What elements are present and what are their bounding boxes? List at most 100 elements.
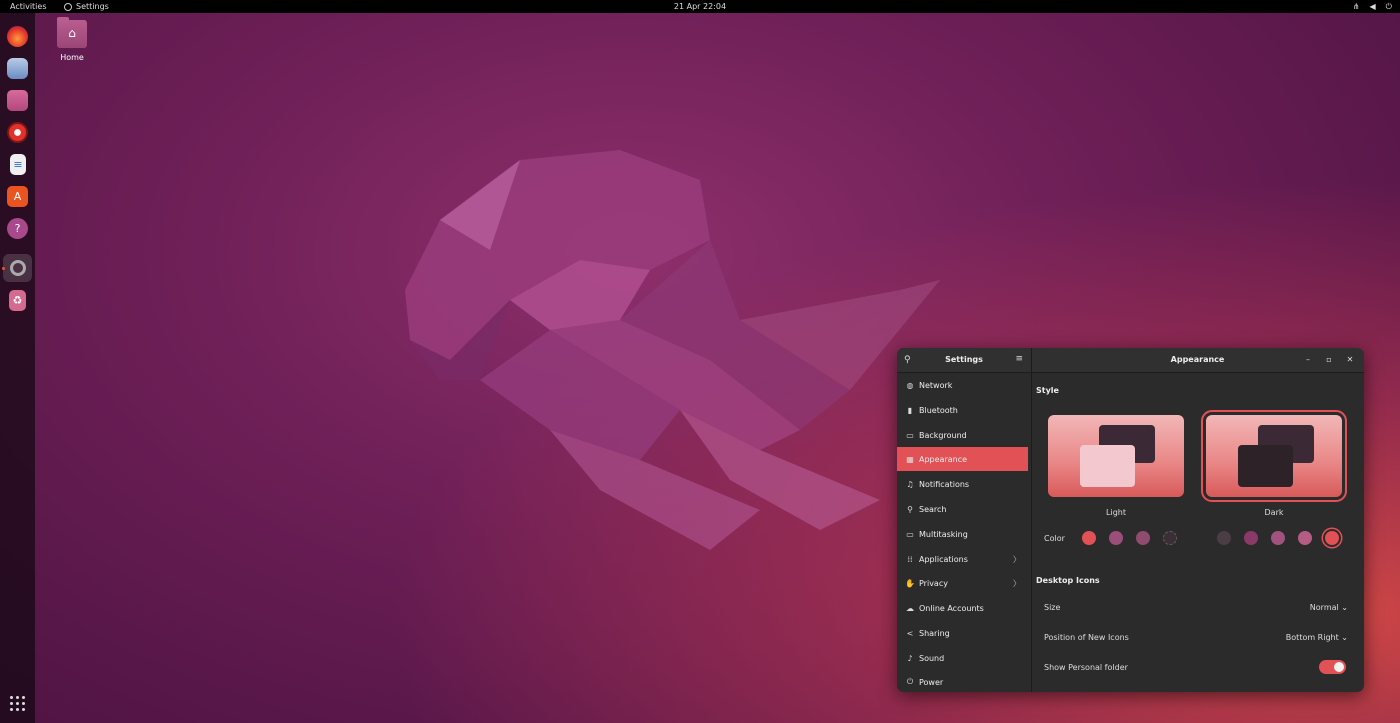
style-heading: Style bbox=[1036, 386, 1059, 395]
position-dropdown[interactable]: Bottom Right ⌄ bbox=[1286, 633, 1348, 642]
sidebar-item-label: Notifications bbox=[919, 479, 970, 489]
sidebar-item-notifications[interactable]: ♫ Notifications bbox=[897, 472, 1031, 496]
sidebar-item-label: Sound bbox=[919, 653, 945, 663]
sidebar-item-label: Online Accounts bbox=[919, 603, 984, 613]
accent-color-swatch[interactable] bbox=[1217, 531, 1231, 545]
writer-icon[interactable]: ≡ bbox=[10, 154, 26, 175]
accent-color-swatch[interactable] bbox=[1082, 531, 1096, 545]
settings-window: ⚲ Settings ≡ Appearance – ▫ ✕ ◍ Network … bbox=[897, 348, 1364, 692]
sidebar-item-label: Search bbox=[919, 504, 947, 514]
sidebar-item-applications[interactable]: ⁞⁞ Applications 〉 bbox=[897, 547, 1031, 571]
position-label: Position of New Icons bbox=[1044, 633, 1129, 642]
sidebar-item-online-accounts[interactable]: ☁ Online Accounts bbox=[897, 596, 1031, 620]
globe-icon: ◍ bbox=[906, 380, 914, 390]
share-icon: < bbox=[906, 628, 914, 638]
house-icon: ⌂ bbox=[68, 26, 76, 40]
sidebar-item-label: Bluetooth bbox=[919, 405, 958, 415]
size-value: Normal bbox=[1309, 603, 1339, 612]
sidebar-item-label: Sharing bbox=[919, 628, 950, 638]
sidebar-item-label: Network bbox=[919, 380, 953, 390]
sidebar-item-label: Applications bbox=[919, 554, 968, 564]
bell-icon: ♫ bbox=[906, 479, 914, 489]
music-note-icon: ♪ bbox=[907, 653, 913, 663]
size-label: Size bbox=[1044, 603, 1061, 612]
settings-icon[interactable] bbox=[3, 254, 32, 282]
accent-color-swatch-selected[interactable] bbox=[1325, 531, 1339, 545]
grid-icon: ⁞⁞ bbox=[907, 554, 913, 564]
sidebar-item-sharing[interactable]: < Sharing bbox=[897, 621, 1031, 645]
appearance-panel: Style Light Dark Color Desktop Icons Siz… bbox=[1032, 373, 1364, 692]
dock: ≡ A ? ♻ bbox=[0, 13, 35, 723]
style-dark-label: Dark bbox=[1264, 508, 1284, 517]
app-center-icon[interactable]: A bbox=[7, 186, 28, 207]
trash-icon[interactable]: ♻ bbox=[9, 290, 26, 311]
toggle-knob bbox=[1334, 662, 1344, 672]
multitasking-icon: ▭ bbox=[906, 529, 914, 539]
sidebar-item-search[interactable]: ⚲ Search bbox=[897, 497, 1031, 521]
accent-color-swatch[interactable] bbox=[1109, 531, 1123, 545]
hamburger-menu-icon[interactable]: ≡ bbox=[1015, 354, 1023, 364]
accent-color-swatch[interactable] bbox=[1136, 531, 1150, 545]
accent-color-swatch[interactable] bbox=[1271, 531, 1285, 545]
accent-color-swatch[interactable] bbox=[1163, 531, 1177, 545]
sidebar-item-multitasking[interactable]: ▭ Multitasking bbox=[897, 522, 1031, 546]
system-tray[interactable]: ⋔ ◀ ⏻ bbox=[1353, 0, 1392, 13]
sidebar-item-label: Multitasking bbox=[919, 529, 968, 539]
sidebar-item-sound[interactable]: ♪ Sound bbox=[897, 646, 1031, 670]
cloud-icon: ☁ bbox=[906, 603, 914, 613]
background-icon: ▭ bbox=[906, 430, 914, 440]
files-icon[interactable] bbox=[7, 90, 28, 111]
power-icon: ⏻ bbox=[906, 677, 914, 686]
personal-folder-label: Show Personal folder bbox=[1044, 663, 1128, 672]
accent-color-swatch[interactable] bbox=[1244, 531, 1258, 545]
chevron-right-icon: 〉 bbox=[1013, 578, 1021, 588]
chevron-down-icon: ⌄ bbox=[1341, 603, 1348, 612]
style-light-option[interactable] bbox=[1048, 415, 1184, 497]
sidebar-item-label: Appearance bbox=[919, 454, 968, 464]
sidebar-header: ⚲ Settings ≡ bbox=[897, 348, 1032, 372]
home-label: Home bbox=[60, 53, 84, 62]
sidebar-item-privacy[interactable]: ✋ Privacy 〉 bbox=[897, 571, 1031, 595]
folder-icon: ⌂ bbox=[57, 17, 87, 48]
rhythmbox-icon[interactable] bbox=[7, 122, 28, 143]
sidebar-item-background[interactable]: ▭ Background bbox=[897, 423, 1031, 447]
style-dark-option[interactable] bbox=[1201, 410, 1347, 502]
sidebar-item-appearance[interactable]: ▦ Appearance bbox=[897, 447, 1028, 471]
sidebar-item-bluetooth[interactable]: ▮ Bluetooth bbox=[897, 398, 1031, 422]
running-indicator bbox=[2, 267, 5, 270]
thunderbird-icon[interactable] bbox=[7, 58, 28, 79]
accent-color-swatch[interactable] bbox=[1298, 531, 1312, 545]
position-value: Bottom Right bbox=[1285, 633, 1339, 642]
sidebar-title: Settings bbox=[945, 355, 983, 364]
power-icon: ⏻ bbox=[1385, 2, 1392, 11]
sidebar-item-label: Privacy bbox=[919, 578, 948, 588]
style-light-label: Light bbox=[1106, 508, 1126, 517]
page-title: Appearance bbox=[1170, 355, 1225, 364]
clock[interactable]: 21 Apr 22:04 bbox=[0, 0, 1400, 13]
desktop-icons-heading: Desktop Icons bbox=[1036, 576, 1100, 585]
sidebar-item-label: Background bbox=[919, 430, 967, 440]
close-icon[interactable]: ✕ bbox=[1344, 354, 1356, 366]
top-bar: Activities Settings 21 Apr 22:04 ⋔ ◀ ⏻ bbox=[0, 0, 1400, 13]
color-label: Color bbox=[1044, 534, 1065, 543]
show-apps-icon[interactable] bbox=[10, 696, 25, 711]
chevron-right-icon: 〉 bbox=[1013, 554, 1021, 564]
size-dropdown[interactable]: Normal ⌄ bbox=[1310, 603, 1348, 612]
personal-folder-toggle[interactable] bbox=[1319, 660, 1346, 674]
minimize-icon[interactable]: – bbox=[1302, 354, 1314, 366]
maximize-icon[interactable]: ▫ bbox=[1323, 354, 1335, 366]
preview-window-front bbox=[1238, 445, 1293, 487]
window-header: ⚲ Settings ≡ Appearance – ▫ ✕ bbox=[897, 348, 1364, 373]
hand-icon: ✋ bbox=[905, 578, 915, 588]
help-icon[interactable]: ? bbox=[7, 218, 28, 239]
firefox-icon[interactable] bbox=[7, 26, 28, 47]
sidebar-item-network[interactable]: ◍ Network bbox=[897, 373, 1031, 397]
sidebar: ◍ Network ▮ Bluetooth ▭ Background ▦ App… bbox=[897, 373, 1032, 692]
wallpaper-jellyfish bbox=[405, 150, 940, 550]
chevron-down-icon: ⌄ bbox=[1341, 633, 1348, 642]
sidebar-item-label: Power bbox=[919, 677, 944, 687]
network-icon: ⋔ bbox=[1352, 2, 1360, 11]
desktop-home-folder[interactable]: ⌂ Home bbox=[57, 17, 87, 62]
volume-icon: ◀ bbox=[1369, 2, 1376, 11]
sidebar-item-power[interactable]: ⏻ Power bbox=[897, 670, 1031, 692]
